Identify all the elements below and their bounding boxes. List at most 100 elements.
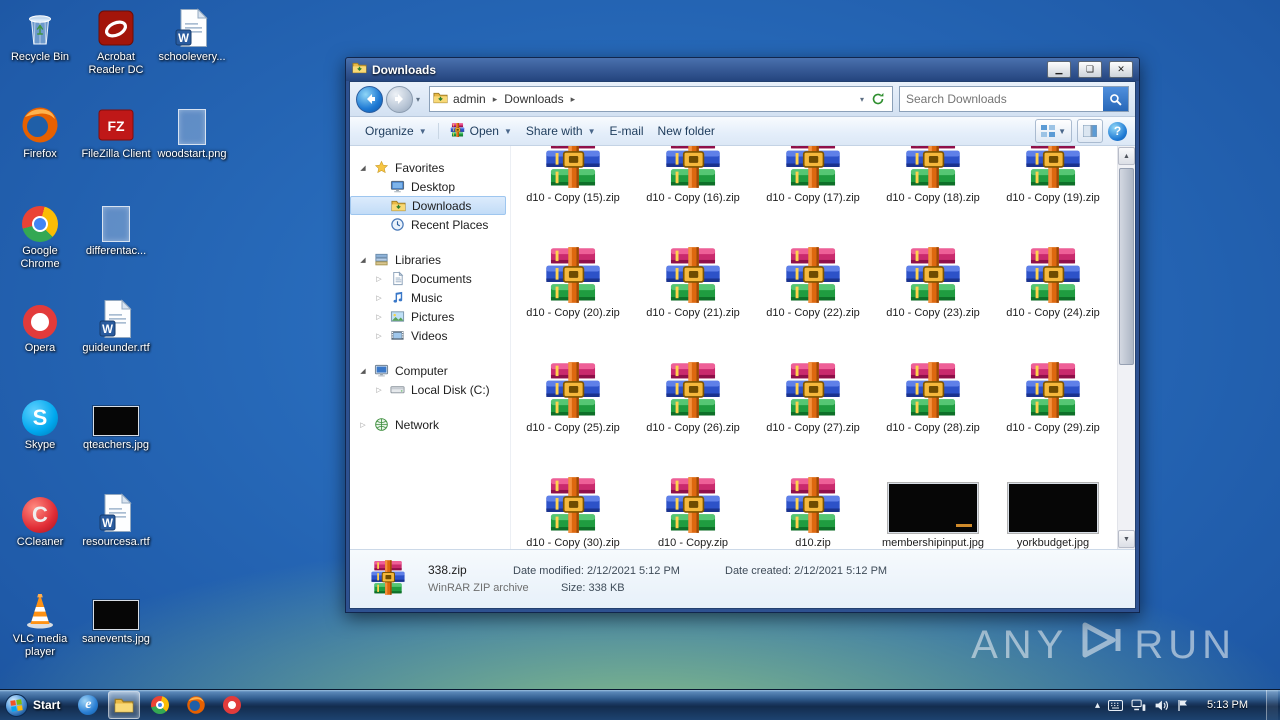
file-item[interactable]: d10 - Copy (16).zip: [633, 146, 753, 235]
desktop-icon-ccleaner[interactable]: C CCleaner: [2, 489, 78, 586]
desktop-icon-acrobat-reader-dc[interactable]: Acrobat Reader DC: [78, 4, 154, 101]
svg-text:W: W: [102, 518, 113, 530]
desktop-icon-skype[interactable]: S Skype: [2, 392, 78, 489]
file-item[interactable]: d10 - Copy (22).zip: [753, 235, 873, 350]
recent-pages-dropdown[interactable]: ▾: [413, 95, 423, 104]
desktop-icon-google-chrome[interactable]: Google Chrome: [2, 198, 78, 295]
hidden-icons-icon[interactable]: ▴: [1095, 700, 1100, 711]
desktop-icon-differentac[interactable]: differentac...: [78, 198, 154, 295]
file-item[interactable]: d10 - Copy (30).zip: [513, 465, 633, 549]
sidebar-item-recent-places[interactable]: Recent Places: [350, 215, 510, 234]
sidebar-item-music[interactable]: ▷ Music: [350, 288, 510, 307]
sidebar-item-local-disk-c[interactable]: ▷ Local Disk (C:): [350, 380, 510, 399]
taskbar-clock[interactable]: 5:13 PM: [1197, 699, 1258, 711]
share-with-button[interactable]: Share with ▼: [519, 121, 603, 141]
file-item[interactable]: d10 - Copy (20).zip: [513, 235, 633, 350]
sidebar-section-computer[interactable]: ◢ Computer: [350, 361, 510, 380]
scroll-down-button[interactable]: ▼: [1118, 530, 1135, 548]
new-folder-button[interactable]: New folder: [651, 121, 722, 141]
file-item[interactable]: d10 - Copy (19).zip: [993, 146, 1113, 235]
file-item[interactable]: d10 - Copy (23).zip: [873, 235, 993, 350]
collapsed-triangle-icon[interactable]: ▷: [374, 332, 384, 340]
expanded-triangle-icon[interactable]: ◢: [358, 164, 368, 172]
file-item[interactable]: d10 - Copy (26).zip: [633, 350, 753, 465]
file-item[interactable]: d10 - Copy (24).zip: [993, 235, 1113, 350]
desktop-icon-guideunder-rtf[interactable]: Wguideunder.rtf: [78, 295, 154, 392]
file-item[interactable]: d10 - Copy (25).zip: [513, 350, 633, 465]
sidebar-item-videos[interactable]: ▷ Videos: [350, 326, 510, 345]
file-item[interactable]: d10 - Copy (29).zip: [993, 350, 1113, 465]
start-button[interactable]: Start: [0, 690, 70, 720]
forward-button[interactable]: [386, 85, 413, 113]
collapsed-triangle-icon[interactable]: ▷: [374, 313, 384, 321]
collapsed-triangle-icon[interactable]: ▷: [374, 386, 384, 394]
collapsed-triangle-icon[interactable]: ▷: [358, 421, 368, 429]
sidebar-item-documents[interactable]: ▷ Documents: [350, 269, 510, 288]
desktop-icon-filezilla-client[interactable]: FZ FileZilla Client: [78, 101, 154, 198]
desktop-icon-firefox[interactable]: Firefox: [2, 101, 78, 198]
file-item[interactable]: d10 - Copy (18).zip: [873, 146, 993, 235]
back-button[interactable]: [356, 85, 383, 113]
file-item[interactable]: d10 - Copy (27).zip: [753, 350, 873, 465]
taskbar-app-google-chrome[interactable]: [144, 691, 176, 719]
network-icon[interactable]: [1131, 699, 1146, 712]
desktop-icon-opera[interactable]: Opera: [2, 295, 78, 392]
desktop-icon-vlc-media-player[interactable]: VLC media player: [2, 586, 78, 683]
file-item[interactable]: d10 - Copy (17).zip: [753, 146, 873, 235]
file-item[interactable]: d10.zip: [753, 465, 873, 549]
file-item[interactable]: d10 - Copy.zip: [633, 465, 753, 549]
file-item[interactable]: membershipinput.jpg: [873, 465, 993, 549]
collapsed-triangle-icon[interactable]: ▷: [374, 294, 384, 302]
volume-icon[interactable]: [1154, 699, 1169, 712]
preview-pane-button[interactable]: [1077, 119, 1103, 143]
help-button[interactable]: ?: [1108, 121, 1127, 141]
breadcrumb-folder[interactable]: Downloads: [499, 92, 568, 106]
titlebar[interactable]: Downloads ▁ ❏ ✕: [349, 58, 1136, 81]
expanded-triangle-icon[interactable]: ◢: [358, 367, 368, 375]
sidebar-item-desktop[interactable]: Desktop: [350, 177, 510, 196]
taskbar-app-internet-explorer[interactable]: e: [72, 691, 104, 719]
sidebar-item-pictures[interactable]: ▷ Pictures: [350, 307, 510, 326]
desktop-icon-woodstart-png[interactable]: woodstart.png: [154, 101, 230, 198]
expanded-triangle-icon[interactable]: ◢: [358, 256, 368, 264]
breadcrumb-user[interactable]: admin: [448, 92, 491, 106]
taskbar-app-windows-explorer[interactable]: [108, 691, 141, 719]
desktop-icon-schoolevery[interactable]: Wschoolevery...: [154, 4, 230, 101]
breadcrumb-chevron[interactable]: ▸: [491, 94, 500, 105]
show-desktop-button[interactable]: [1266, 690, 1278, 720]
desktop-icon-recycle-bin[interactable]: Recycle Bin: [2, 4, 78, 101]
sidebar-section-network[interactable]: ▷ Network: [350, 415, 510, 434]
action-center-icon[interactable]: [1177, 699, 1189, 712]
taskbar-app-opera[interactable]: [216, 691, 248, 719]
desktop-icon-sanevents-jpg[interactable]: sanevents.jpg: [78, 586, 154, 683]
file-item[interactable]: d10 - Copy (15).zip: [513, 146, 633, 235]
close-button[interactable]: ✕: [1109, 61, 1133, 78]
breadcrumb-chevron[interactable]: ▸: [569, 94, 578, 105]
refresh-button[interactable]: [867, 89, 889, 109]
scroll-thumb[interactable]: [1119, 168, 1134, 365]
desktop-icon-qteachers-jpg[interactable]: qteachers.jpg: [78, 392, 154, 489]
file-item[interactable]: d10 - Copy (21).zip: [633, 235, 753, 350]
organize-button[interactable]: Organize ▼: [358, 121, 434, 141]
taskbar-app-firefox[interactable]: [180, 691, 212, 719]
maximize-button[interactable]: ❏: [1078, 61, 1102, 78]
address-bar[interactable]: admin ▸ Downloads ▸ ▾: [429, 86, 893, 112]
collapsed-triangle-icon[interactable]: ▷: [374, 275, 384, 283]
search-button[interactable]: [1103, 87, 1128, 111]
taskbar: Start e ▴ 5:13 PM: [0, 689, 1280, 720]
sidebar-section-favorites[interactable]: ◢ Favorites: [350, 158, 510, 177]
address-dropdown-button[interactable]: ▾: [857, 95, 867, 104]
change-view-button[interactable]: ▼: [1035, 119, 1072, 143]
keyboard-icon[interactable]: [1108, 699, 1124, 711]
sidebar-section-libraries[interactable]: ◢ Libraries: [350, 250, 510, 269]
firefox-icon: [20, 101, 60, 145]
search-input[interactable]: [900, 92, 1103, 106]
desktop-icon-resourcesa-rtf[interactable]: Wresourcesa.rtf: [78, 489, 154, 586]
open-button[interactable]: Open ▼: [443, 120, 519, 143]
email-button[interactable]: E-mail: [603, 121, 651, 141]
file-item[interactable]: yorkbudget.jpg: [993, 465, 1113, 549]
file-item[interactable]: d10 - Copy (28).zip: [873, 350, 993, 465]
sidebar-item-downloads[interactable]: Downloads: [350, 196, 506, 215]
minimize-button[interactable]: ▁: [1047, 61, 1071, 78]
scroll-up-button[interactable]: ▲: [1118, 147, 1135, 165]
